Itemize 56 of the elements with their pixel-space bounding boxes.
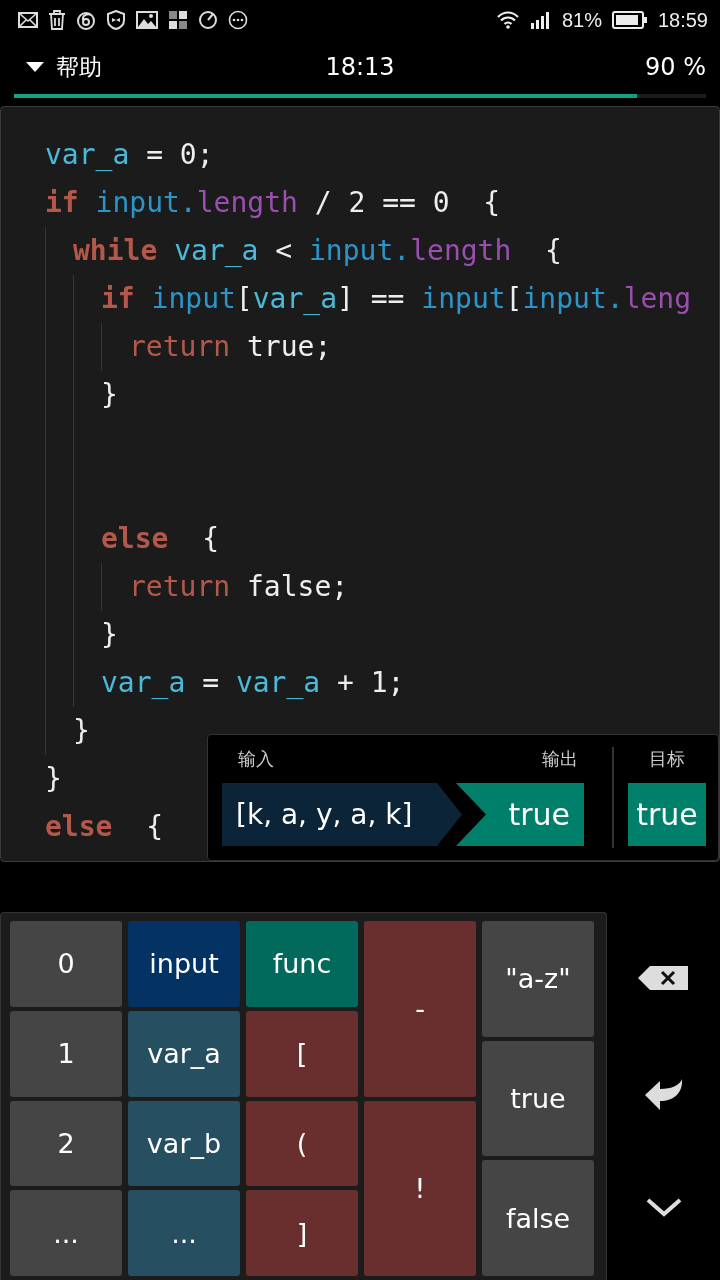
wifi-icon: [495, 11, 520, 29]
target-label: 目标: [649, 747, 685, 771]
code-line[interactable]: }: [45, 755, 62, 803]
key[interactable]: var_b: [128, 1100, 240, 1187]
backspace-icon: [637, 965, 690, 991]
enter-icon: [643, 1077, 684, 1111]
mail-icon: [18, 11, 38, 29]
key[interactable]: (: [246, 1100, 358, 1187]
code-line[interactable]: return false;: [129, 563, 349, 611]
target-value: true: [628, 783, 706, 846]
code-line[interactable]: var_a = 0;: [45, 131, 214, 179]
code-line[interactable]: }: [101, 611, 118, 659]
output-value: true: [456, 783, 584, 846]
key[interactable]: ...: [10, 1190, 122, 1276]
key[interactable]: 0: [10, 921, 122, 1007]
key[interactable]: ]: [246, 1190, 358, 1276]
grid-icon: [168, 10, 188, 30]
key[interactable]: 2: [10, 1100, 122, 1187]
chevron-down-icon: [645, 1197, 682, 1217]
key[interactable]: 1: [10, 1010, 122, 1097]
code-line[interactable]: }: [101, 371, 118, 419]
input-value: [k, a, y, a, k]: [222, 783, 462, 846]
code-line[interactable]: return true;: [129, 323, 332, 371]
code-line[interactable]: if input[var_a] == input[input.leng: [101, 275, 692, 323]
code-line[interactable]: var_a = var_a + 1;: [101, 659, 405, 707]
swirl-icon: [76, 10, 96, 30]
output-label: 输出: [542, 747, 578, 771]
help-dropdown[interactable]: 帮助: [14, 51, 102, 83]
key[interactable]: ...: [128, 1190, 240, 1276]
key[interactable]: false: [482, 1160, 594, 1276]
gauge-icon: [198, 10, 218, 30]
key[interactable]: -: [364, 921, 476, 1097]
code-line[interactable]: else {: [101, 515, 219, 563]
key[interactable]: "a-z": [482, 921, 594, 1037]
code-line[interactable]: }: [73, 707, 90, 755]
trash-icon: [48, 10, 66, 30]
input-label: 输入: [238, 747, 274, 771]
battery-percentage: 81%: [561, 8, 602, 32]
clock: 18:59: [657, 8, 708, 32]
code-line[interactable]: while var_a < input.length {: [73, 227, 562, 275]
key[interactable]: var_a: [128, 1010, 240, 1097]
key[interactable]: true: [482, 1040, 594, 1157]
signal-icon: [529, 11, 552, 29]
elapsed-time: 18:13: [325, 53, 395, 82]
progress-percent: 90 %: [645, 53, 706, 82]
key[interactable]: !: [364, 1100, 476, 1276]
shield-icon: [106, 10, 126, 30]
code-line[interactable]: else {: [45, 803, 163, 851]
key[interactable]: func: [246, 921, 358, 1007]
code-line[interactable]: if input.length / 2 == 0 {: [45, 179, 501, 227]
battery-icon: [611, 11, 648, 29]
caret-icon: [26, 61, 44, 74]
key[interactable]: [: [246, 1010, 358, 1097]
more-icon: [228, 10, 248, 30]
image-icon: [136, 11, 158, 29]
key[interactable]: input: [128, 921, 240, 1007]
